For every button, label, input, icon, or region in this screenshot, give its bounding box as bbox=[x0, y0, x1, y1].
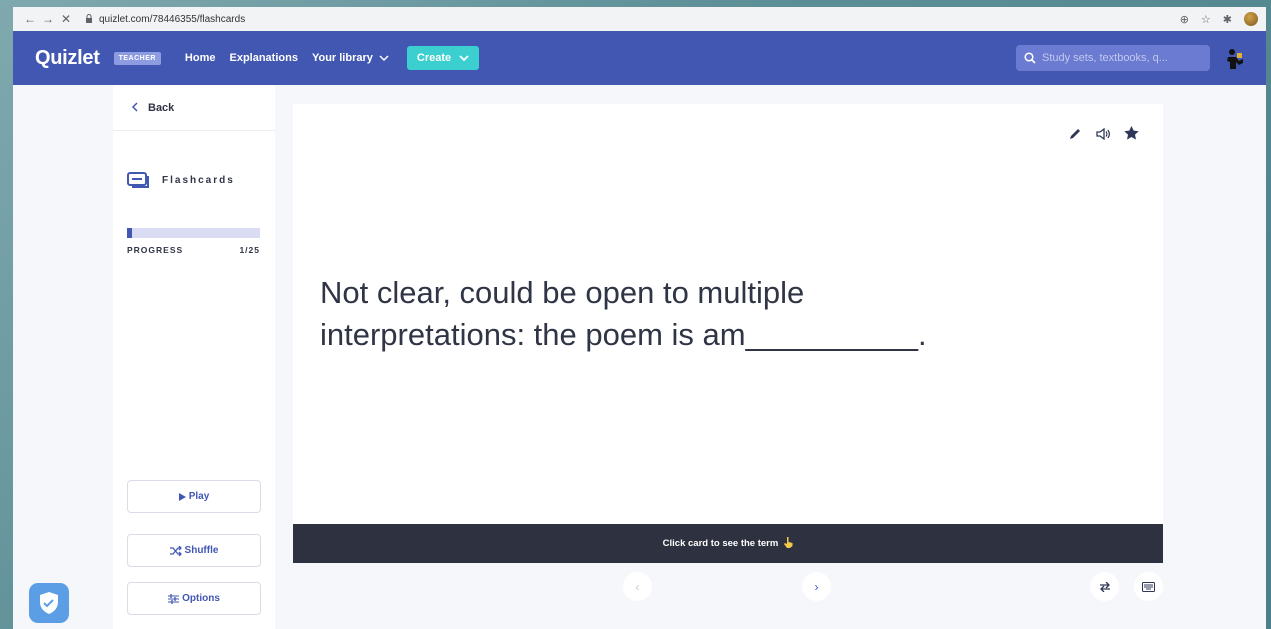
nav-home[interactable]: Home bbox=[185, 52, 216, 64]
shuffle-icon bbox=[169, 545, 182, 556]
nav-your-library[interactable]: Your library bbox=[312, 52, 389, 64]
sidebar: Back Flashcards PROGRESS 1/25 Play Shuff… bbox=[113, 85, 275, 629]
shuffle-label: Shuffle bbox=[184, 545, 219, 556]
back-button[interactable]: Back bbox=[131, 101, 174, 115]
site-header: Quizlet TEACHER Home Explanations Your l… bbox=[13, 31, 1266, 85]
flashcard[interactable]: Not clear, could be open to multiple int… bbox=[293, 104, 1163, 524]
create-button[interactable]: Create bbox=[406, 46, 480, 70]
speaker-icon[interactable] bbox=[1096, 127, 1110, 143]
flashcards-icon bbox=[127, 172, 149, 188]
shuffle-button[interactable]: Shuffle bbox=[127, 534, 261, 567]
sliders-icon bbox=[168, 593, 180, 604]
chevron-down-icon bbox=[459, 55, 469, 61]
back-arrow-icon[interactable]: ← bbox=[21, 12, 39, 26]
extensions-icon[interactable]: ✱ bbox=[1223, 13, 1232, 26]
play-icon bbox=[178, 492, 186, 501]
progress-bar bbox=[127, 228, 260, 238]
chevron-left-icon: ‹ bbox=[635, 579, 640, 594]
pointing-hand-icon bbox=[784, 536, 793, 551]
play-label: Play bbox=[188, 491, 210, 502]
progress-count: 1/25 bbox=[239, 245, 260, 255]
create-button-label: Create bbox=[416, 52, 452, 64]
star-icon[interactable] bbox=[1124, 126, 1139, 143]
bookmark-star-icon[interactable]: ☆ bbox=[1201, 13, 1211, 26]
search-icon bbox=[1024, 52, 1036, 64]
progress-bar-fill bbox=[127, 228, 133, 238]
card-hint-bar[interactable]: Click card to see the term bbox=[293, 524, 1163, 563]
main-area: Back Flashcards PROGRESS 1/25 Play Shuff… bbox=[13, 85, 1266, 629]
nav-your-library-label: Your library bbox=[311, 52, 373, 64]
sidebar-divider bbox=[113, 130, 275, 131]
card-actions bbox=[1069, 126, 1139, 143]
shield-extension-icon[interactable] bbox=[29, 583, 69, 623]
play-button[interactable]: Play bbox=[127, 480, 261, 513]
pencil-icon[interactable] bbox=[1069, 127, 1082, 143]
zoom-icon[interactable]: ⊕ bbox=[1180, 13, 1189, 26]
search-input[interactable] bbox=[1042, 52, 1202, 64]
address-bar[interactable]: quizlet.com/78446355/flashcards bbox=[99, 14, 245, 25]
keyboard-shortcuts-button[interactable] bbox=[1134, 572, 1163, 601]
chevron-left-icon bbox=[131, 101, 138, 115]
back-label: Back bbox=[148, 102, 175, 114]
browser-toolbar: ← → ✕ quizlet.com/78446355/flashcards ⊕ … bbox=[13, 7, 1266, 31]
nav-explanations[interactable]: Explanations bbox=[229, 52, 297, 64]
study-mode-title: Flashcards bbox=[127, 171, 235, 189]
profile-avatar[interactable] bbox=[1244, 12, 1258, 26]
study-mode-label: Flashcards bbox=[162, 174, 235, 186]
previous-card-button[interactable]: ‹ bbox=[623, 572, 652, 601]
card-hint-text: Click card to see the term bbox=[662, 538, 779, 549]
quizlet-logo[interactable]: Quizlet bbox=[35, 47, 100, 70]
user-avatar-icon[interactable] bbox=[1226, 47, 1244, 69]
lock-icon bbox=[85, 13, 93, 25]
options-label: Options bbox=[182, 593, 220, 604]
next-card-button[interactable]: › bbox=[802, 572, 831, 601]
swap-arrows-icon bbox=[1099, 581, 1110, 592]
stop-loading-icon[interactable]: ✕ bbox=[57, 12, 75, 26]
progress-label: PROGRESS bbox=[127, 245, 184, 255]
progress-info: PROGRESS 1/25 bbox=[127, 245, 260, 255]
card-definition-text: Not clear, could be open to multiple int… bbox=[320, 275, 927, 352]
swap-sides-button[interactable] bbox=[1090, 572, 1119, 601]
chevron-right-icon: › bbox=[814, 579, 819, 594]
forward-arrow-icon[interactable]: → bbox=[39, 12, 57, 26]
chevron-down-icon bbox=[379, 55, 389, 61]
search-box[interactable] bbox=[1016, 45, 1210, 71]
options-button[interactable]: Options bbox=[127, 582, 261, 615]
teacher-badge: TEACHER bbox=[113, 51, 161, 65]
keyboard-icon bbox=[1142, 581, 1155, 592]
